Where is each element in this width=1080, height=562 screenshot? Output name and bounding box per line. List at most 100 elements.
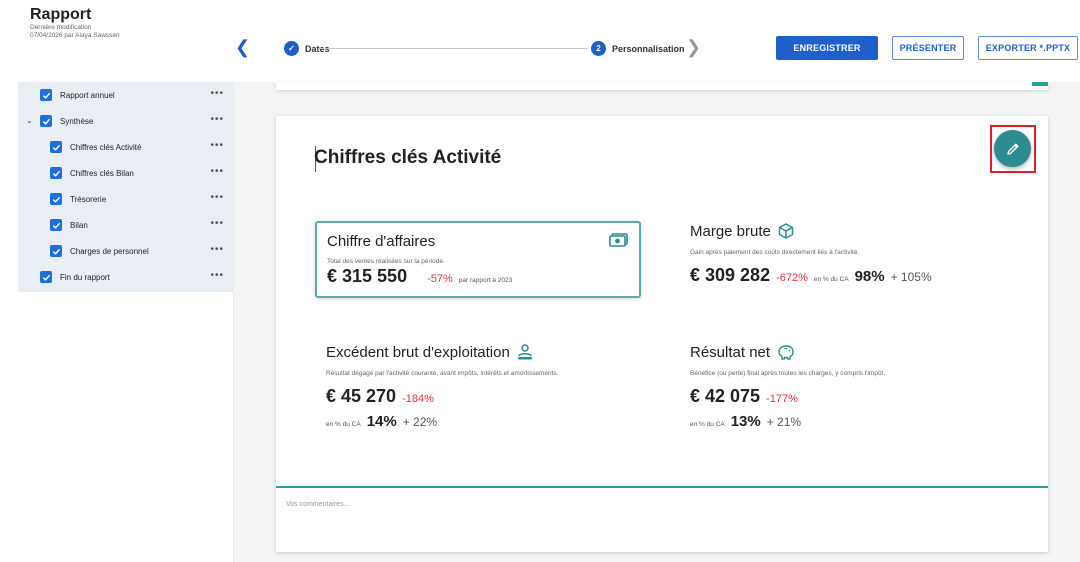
chevron-down-icon[interactable]: ⌄: [26, 116, 33, 125]
checkbox-checked-icon[interactable]: [40, 89, 52, 101]
slide-title[interactable]: Chiffres clés Activité: [314, 147, 501, 169]
sidebar-item-fin-du-rapport[interactable]: Fin du rapport •••: [18, 264, 234, 290]
sidebar-item-label: Chiffres clés Bilan: [70, 168, 134, 178]
more-options-icon[interactable]: •••: [210, 271, 224, 281]
more-options-icon[interactable]: •••: [210, 141, 224, 151]
kpi-pct-value: 98%: [854, 268, 885, 285]
checkbox-checked-icon[interactable]: [40, 271, 52, 283]
slide-card[interactable]: Chiffres clés Activité Chiffre d'affaire…: [276, 116, 1048, 552]
export-pptx-button[interactable]: EXPORTER *.PPTX: [978, 36, 1078, 60]
kpi-value-row: € 42 075 -177%: [690, 386, 1030, 407]
kpi-value-row: € 45 270 -184%: [326, 386, 626, 407]
checkbox-checked-icon[interactable]: [50, 219, 62, 231]
sidebar-item-rapport-annuel[interactable]: Rapport annuel •••: [18, 82, 234, 108]
kpi-change: -177%: [766, 393, 798, 405]
last-modified-info: Dernière modification 07/04/2026 par Ala…: [30, 24, 120, 40]
kpi-change: -672%: [776, 272, 808, 284]
more-options-icon[interactable]: •••: [210, 245, 224, 255]
kpi-title: Chiffre d'affaires: [327, 233, 436, 250]
kpi-title-row: Marge brute: [690, 222, 1030, 240]
checkbox-checked-icon[interactable]: [50, 245, 62, 257]
main-content: Chiffres clés Activité Chiffre d'affaire…: [234, 82, 1080, 562]
sidebar-item-label: Synthèse: [60, 116, 94, 126]
kpi-title-row: Résultat net: [690, 343, 1030, 361]
sidebar-list: Rapport annuel ••• ⌄ Synthèse ••• Chiffr…: [18, 82, 234, 292]
kpi-value: € 309 282: [690, 265, 771, 285]
app-title: Rapport: [30, 6, 92, 23]
kpi-description: Gain après paiement des coûts directemen…: [690, 249, 860, 256]
sidebar-item-label: Trésorerie: [70, 194, 107, 204]
kpi-marge-brute[interactable]: Marge brute Gain après paiement des coût…: [690, 222, 1030, 286]
banknote-icon: [609, 233, 628, 247]
sidebar-item-synthese[interactable]: ⌄ Synthèse •••: [18, 108, 234, 134]
sidebar-item-label: Charges de personnel: [70, 246, 149, 256]
kpi-value: € 315 550: [327, 266, 408, 286]
kpi-pct-change: + 22%: [402, 415, 438, 429]
previous-slide-accent: [1032, 82, 1048, 86]
last-modified-label: Dernière modification: [30, 24, 92, 31]
kpi-chiffre-affaires[interactable]: Chiffre d'affaires Total des ventes réal…: [315, 221, 641, 298]
kpi-pct-label: en % du CA: [326, 421, 361, 428]
more-options-icon[interactable]: •••: [210, 115, 224, 125]
sidebar-item-charges-de-personnel[interactable]: Charges de personnel •••: [18, 238, 234, 264]
cube-icon: [778, 223, 794, 239]
kpi-change: -184%: [402, 393, 434, 405]
kpi-description: Bénéfice (ou perte) final après toutes l…: [690, 370, 886, 377]
more-options-icon[interactable]: •••: [210, 193, 224, 203]
next-chevron-icon[interactable]: ❯: [686, 38, 701, 56]
kpi-title: Excédent brut d'exploitation: [326, 343, 510, 361]
checkbox-checked-icon[interactable]: [50, 141, 62, 153]
present-button[interactable]: PRÉSENTER: [892, 36, 964, 60]
sidebar-item-tresorerie[interactable]: Trésorerie •••: [18, 186, 234, 212]
more-options-icon[interactable]: •••: [210, 167, 224, 177]
kpi-pct-row: en % du CA 14% + 22%: [326, 413, 626, 430]
kpi-pct-change: + 21%: [766, 415, 802, 429]
kpi-description: Total des ventes réalisées sur la périod…: [327, 258, 445, 265]
check-icon: ✓: [284, 41, 299, 56]
kpi-change: -57%: [427, 273, 453, 285]
step-personnalisation[interactable]: 2 Personnalisation: [591, 41, 685, 56]
edit-button[interactable]: [994, 130, 1031, 167]
last-modified-detail: 07/04/2026 par Alaya Sawssen: [30, 32, 120, 39]
kpi-pct-row: en % du CA 13% + 21%: [690, 413, 1030, 430]
kpi-pct-label: en % du CA: [690, 421, 725, 428]
kpi-value: € 42 075: [690, 386, 761, 406]
kpi-compare-label: par rapport à 2023: [458, 277, 513, 284]
kpi-value: € 45 270: [326, 386, 397, 406]
kpi-description: Résultat dégagé par l'activité courante,…: [326, 370, 559, 377]
sidebar-item-chiffres-cles-activite[interactable]: Chiffres clés Activité •••: [18, 134, 234, 160]
piggy-bank-icon: [778, 345, 794, 360]
more-options-icon[interactable]: •••: [210, 89, 224, 99]
previous-slide-card: [276, 82, 1048, 90]
kpi-value-row: € 309 282 -672% en % du CA 98% + 105%: [690, 265, 1030, 286]
kpi-title: Résultat net: [690, 343, 771, 361]
kpi-pct-value: 14%: [366, 413, 397, 430]
more-options-icon[interactable]: •••: [210, 219, 224, 229]
person-coins-icon: [517, 344, 532, 360]
pencil-icon: [1006, 143, 1018, 155]
comments-input[interactable]: Vos commentaires...: [286, 501, 349, 508]
sidebar-item-label: Bilan: [70, 220, 88, 230]
sidebar-item-chiffres-cles-bilan[interactable]: Chiffres clés Bilan •••: [18, 160, 234, 186]
checkbox-checked-icon[interactable]: [50, 193, 62, 205]
save-button[interactable]: ENREGISTRER: [776, 36, 878, 60]
kpi-pct-change: + 105%: [890, 270, 932, 284]
kpi-excedent-brut-exploitation[interactable]: Excédent brut d'exploitation Résultat dé…: [326, 343, 626, 431]
kpi-title: Marge brute: [690, 222, 771, 240]
stepper-line: [318, 48, 588, 49]
comments-divider: [276, 486, 1048, 488]
sidebar-item-label: Rapport annuel: [60, 90, 115, 100]
checkbox-checked-icon[interactable]: [50, 167, 62, 179]
kpi-value-row: € 315 550 -57% par rapport à 2023: [327, 266, 512, 287]
sidebar-item-label: Fin du rapport: [60, 272, 110, 282]
kpi-title-row: Excédent brut d'exploitation: [326, 343, 626, 361]
sidebar-item-bilan[interactable]: Bilan •••: [18, 212, 234, 238]
kpi-pct-label: en % du CA: [813, 276, 849, 283]
window-left-edge: [0, 0, 18, 562]
step-personnalisation-label: Personnalisation: [612, 43, 685, 54]
kpi-resultat-net[interactable]: Résultat net Bénéfice (ou perte) final a…: [690, 343, 1030, 431]
back-chevron-icon[interactable]: ❮: [235, 38, 250, 56]
kpi-pct-value: 13%: [730, 413, 761, 430]
checkbox-checked-icon[interactable]: [40, 115, 52, 127]
sidebar: Rapport annuel ••• ⌄ Synthèse ••• Chiffr…: [18, 82, 234, 562]
